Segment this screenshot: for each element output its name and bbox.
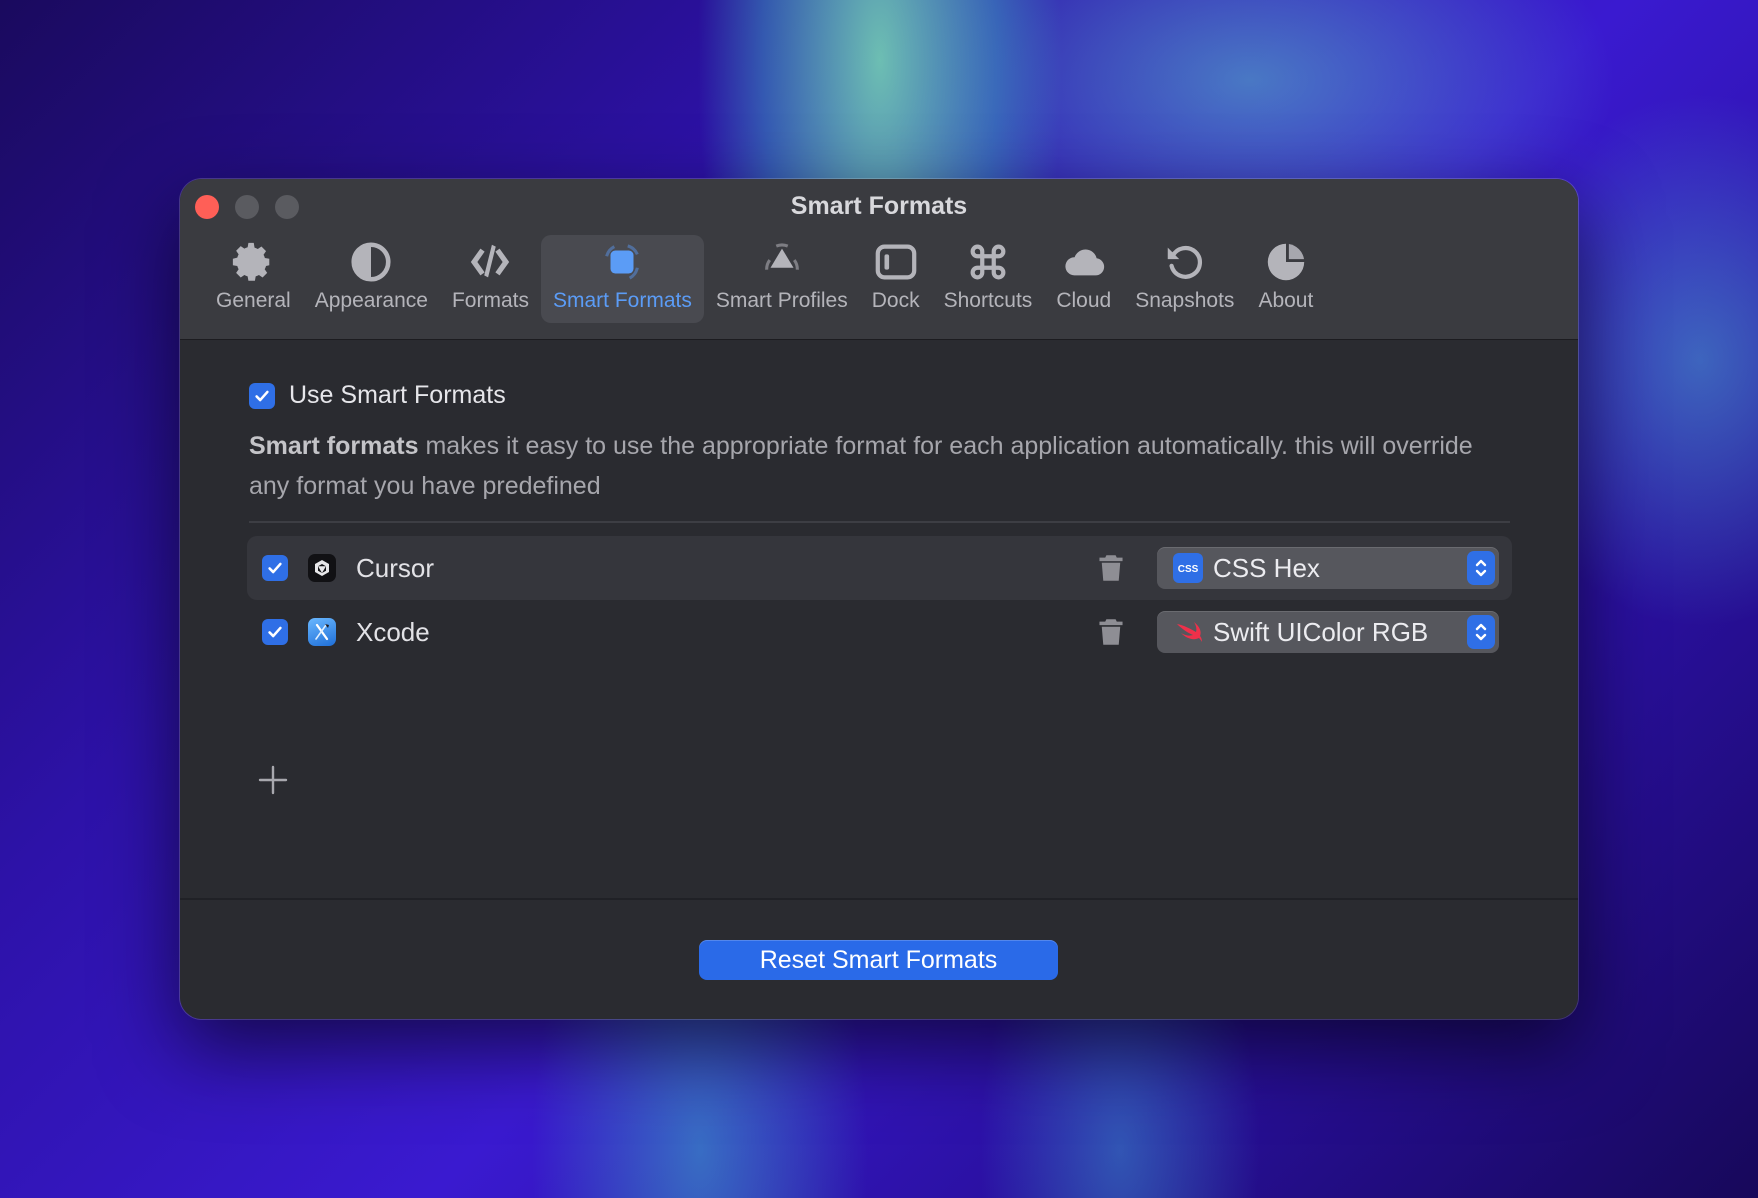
tab-shortcuts[interactable]: Shortcuts [932, 235, 1045, 323]
tab-label: Smart Formats [553, 289, 692, 312]
tab-smart-formats[interactable]: Smart Formats [541, 235, 704, 323]
svg-text:CSS: CSS [1178, 564, 1199, 575]
tab-dock[interactable]: Dock [860, 235, 932, 323]
tab-label: Cloud [1056, 289, 1112, 312]
tab-label: Appearance [314, 289, 428, 312]
tab-formats[interactable]: Formats [440, 235, 541, 323]
divider [249, 521, 1510, 523]
tab-cloud[interactable]: Cloud [1044, 235, 1123, 323]
format-value: Swift UIColor RGB [1213, 616, 1429, 647]
trash-icon[interactable] [1097, 553, 1125, 583]
checkmark-icon [268, 562, 282, 574]
smart-square-icon [605, 244, 640, 280]
tab-snapshots[interactable]: Snapshots [1123, 235, 1246, 323]
cloud-icon [1065, 249, 1104, 276]
reset-smart-formats-button[interactable]: Reset Smart Formats [699, 940, 1058, 980]
window-title: Smart Formats [790, 192, 968, 220]
trash-icon[interactable] [1097, 617, 1125, 647]
xcode-app-icon [308, 618, 336, 646]
half-circle-icon [351, 242, 391, 282]
app-row-xcode[interactable]: Xcode Swift UIColor RGB [247, 600, 1512, 664]
format-select[interactable]: CSS CSS Hex [1157, 547, 1499, 589]
code-brackets-icon [471, 244, 510, 278]
tab-label: Dock [871, 289, 920, 312]
app-row-cursor[interactable]: Cursor CSS CSS Hex [247, 536, 1512, 600]
triangle-profile-icon [764, 243, 799, 270]
pie-icon [1267, 243, 1305, 281]
smart-formats-panel: Use Smart Formats Smart formats makes it… [180, 340, 1578, 900]
swift-icon [1173, 617, 1203, 647]
app-enabled-checkbox[interactable] [262, 619, 288, 645]
add-app-button[interactable] [258, 765, 288, 795]
command-icon [970, 244, 1006, 280]
sidebar-icon [875, 244, 916, 280]
preferences-toolbar: General Appearance Formats Smart Formats… [204, 235, 1325, 323]
tab-about[interactable]: About [1246, 235, 1325, 323]
tab-label: Snapshots [1135, 289, 1235, 312]
chevron-updown-icon [1467, 615, 1495, 649]
use-smart-formats-option: Use Smart Formats [249, 381, 506, 410]
use-smart-formats-checkbox[interactable] [249, 382, 275, 409]
cursor-app-icon [308, 554, 336, 582]
tab-label: Formats [451, 289, 529, 312]
checkmark-icon [255, 390, 269, 401]
description-text: makes it easy to use the appropriate for… [249, 432, 1473, 500]
format-value: CSS Hex [1213, 552, 1320, 583]
use-smart-formats-label: Use Smart Formats [289, 381, 506, 409]
css-icon: CSS [1173, 553, 1203, 583]
tab-label: Smart Profiles [715, 289, 848, 312]
app-name: Xcode [356, 616, 430, 647]
tab-label: Shortcuts [943, 289, 1033, 312]
app-name: Cursor [356, 552, 435, 583]
history-icon [1167, 245, 1202, 279]
description-bold: Smart formats [249, 432, 419, 460]
tab-general[interactable]: General [204, 235, 303, 323]
smart-formats-description: Smart formats makes it easy to use the a… [249, 426, 1519, 506]
tab-smart-profiles[interactable]: Smart Profiles [704, 235, 860, 323]
tab-appearance[interactable]: Appearance [303, 235, 440, 323]
format-select[interactable]: Swift UIColor RGB [1157, 611, 1499, 653]
tab-label: About [1258, 289, 1314, 312]
settings-window: Smart Formats General Appearance Formats… [180, 179, 1578, 1019]
titlebar: Smart Formats General Appearance Formats… [180, 179, 1578, 340]
footer: Reset Smart Formats [180, 898, 1578, 1019]
app-enabled-checkbox[interactable] [262, 555, 288, 581]
tab-label: General [216, 289, 291, 312]
gear-icon [233, 242, 270, 281]
checkmark-icon [268, 626, 282, 638]
chevron-updown-icon [1467, 551, 1495, 585]
